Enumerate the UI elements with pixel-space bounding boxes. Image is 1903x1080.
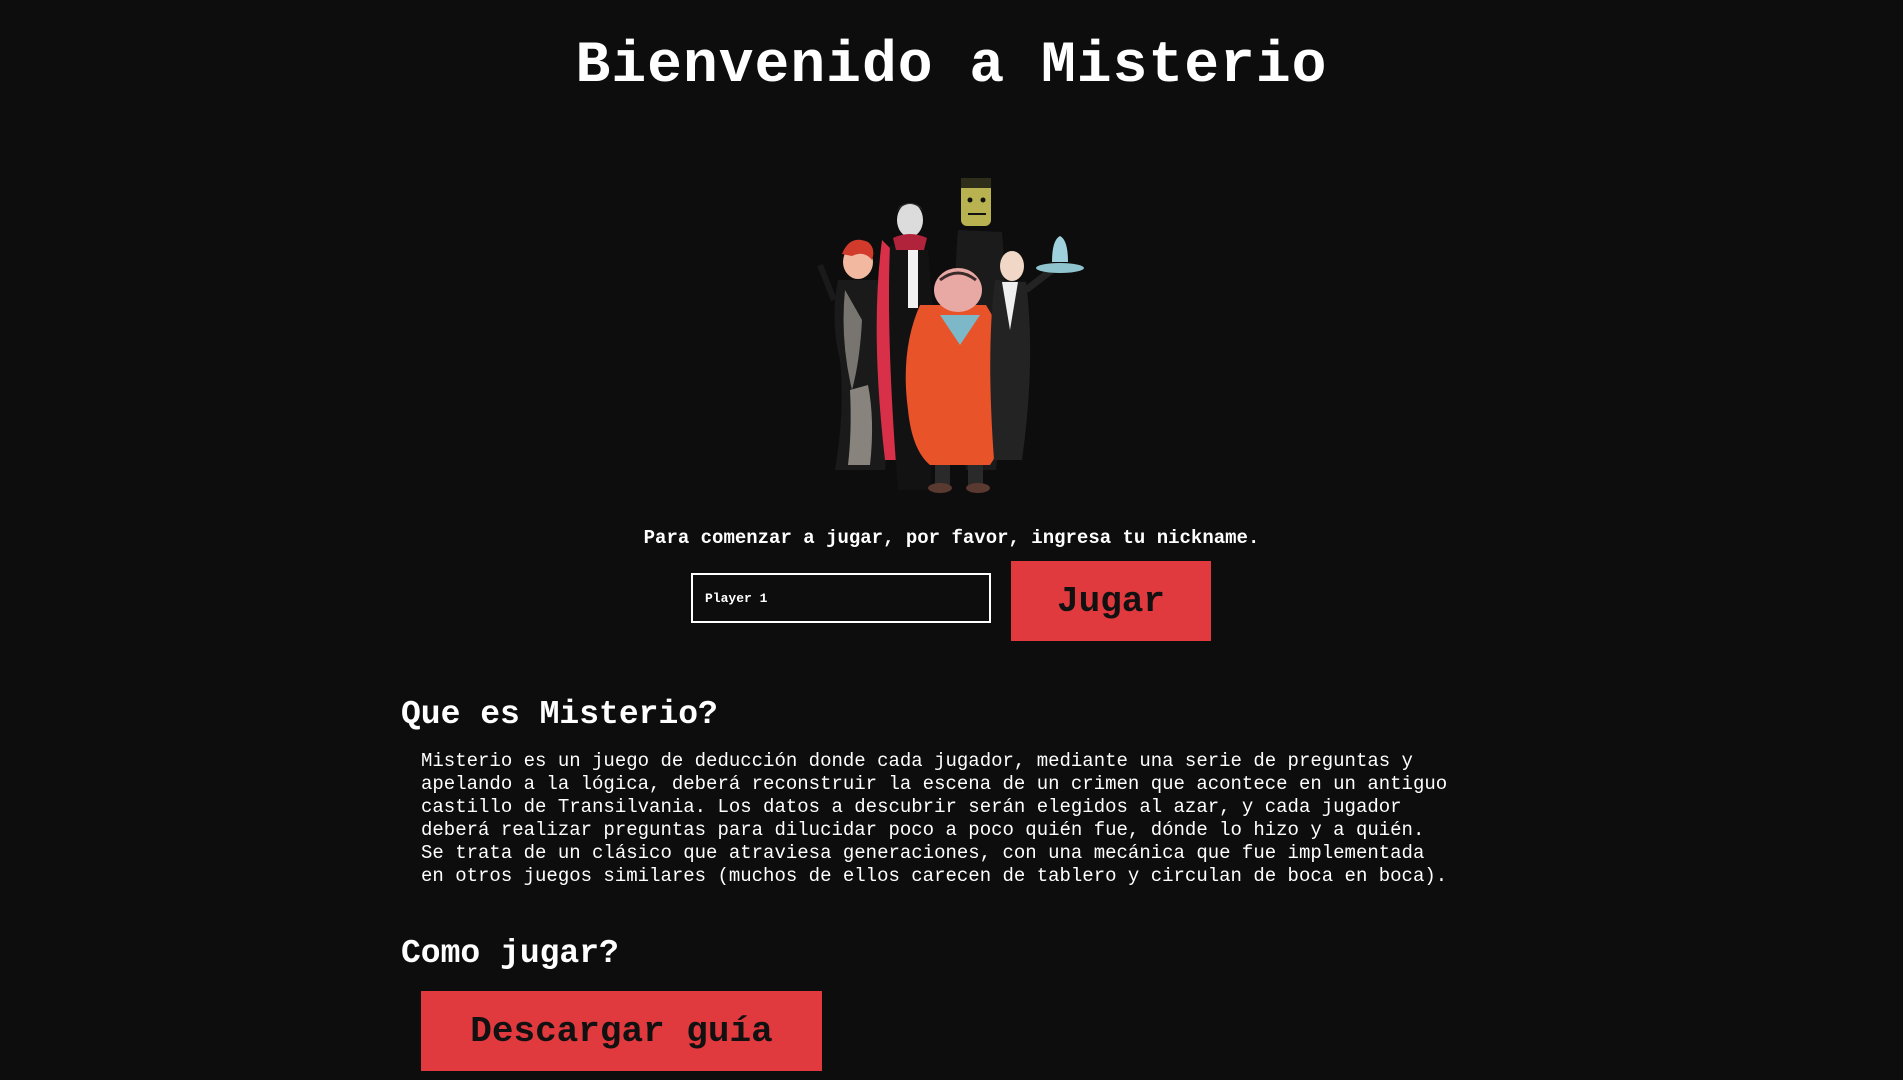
page-title: Bienvenido a Misterio (575, 34, 1328, 99)
nickname-input[interactable] (691, 573, 991, 623)
play-button[interactable]: Jugar (1011, 561, 1211, 641)
nickname-prompt: Para comenzar a jugar, por favor, ingres… (643, 527, 1260, 549)
mystery-characters-illustration (817, 178, 1084, 493)
page: Bienvenido a Misterio Para comenzar a ju… (0, 0, 1903, 1080)
about-heading: Que es Misterio? (401, 696, 718, 733)
download-guide-button[interactable]: Descargar guía (421, 991, 822, 1071)
howto-heading: Como jugar? (401, 935, 619, 972)
about-description: Misterio es un juego de deducción donde … (421, 750, 1448, 887)
lady-character (817, 239, 887, 470)
butler-character (990, 236, 1084, 460)
